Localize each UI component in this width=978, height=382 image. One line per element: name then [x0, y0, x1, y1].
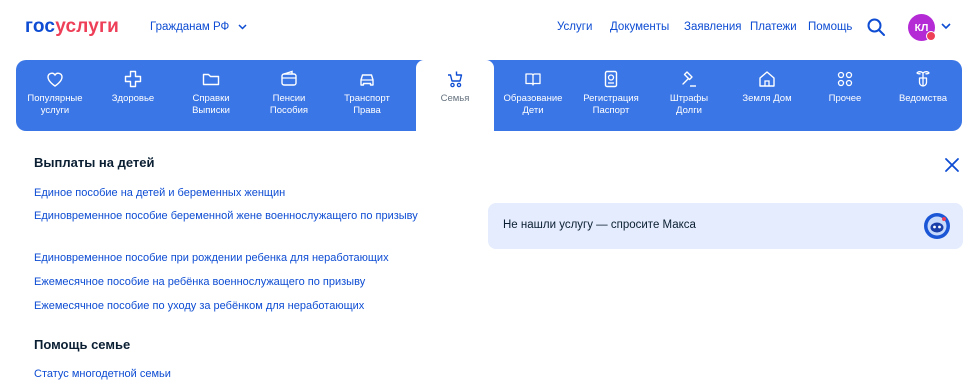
- section-title-child-payments: Выплаты на детей: [34, 155, 155, 170]
- house-icon: [759, 71, 775, 87]
- category-label: Ведомства: [898, 93, 948, 104]
- category-sublabel: Дети: [522, 105, 544, 116]
- category-label: Популярные: [27, 93, 83, 104]
- category-family[interactable]: Семья: [416, 60, 494, 135]
- folder-icon: [202, 73, 220, 86]
- emblem-icon: [916, 71, 930, 87]
- stroller-icon: [448, 71, 463, 88]
- category-label: Земля Дом: [742, 93, 792, 104]
- ask-assistant-banner[interactable]: Не нашли услугу — спросите Макса: [488, 203, 963, 249]
- category-label: Семья: [440, 93, 470, 104]
- category-label: Пенсии: [272, 93, 306, 104]
- link-unified-allowance[interactable]: Единое пособие на детей и беременных жен…: [34, 185, 434, 201]
- wallet-icon: [281, 70, 297, 86]
- category-label: Образование: [503, 93, 563, 104]
- logo-part-gos: гос: [25, 16, 56, 37]
- category-education[interactable]: Образование Дети: [494, 60, 572, 131]
- logo-part-uslugi: услуги: [55, 16, 120, 37]
- nav-services[interactable]: Услуги: [557, 21, 592, 33]
- category-label: Справки: [192, 93, 230, 104]
- grid-icon: [837, 71, 853, 87]
- heart-icon: [47, 72, 63, 87]
- search-icon[interactable]: [866, 17, 886, 37]
- category-health[interactable]: Здоровье: [94, 60, 172, 131]
- category-fines[interactable]: Штрафы Долги: [650, 60, 728, 131]
- link-monthly-soldier-child[interactable]: Ежемесячное пособие на ребёнка военнослу…: [34, 274, 454, 290]
- category-sublabel: Долги: [676, 105, 702, 116]
- close-icon[interactable]: [942, 155, 962, 175]
- chevron-down-icon: [237, 24, 247, 30]
- category-sublabel: Права: [353, 105, 381, 116]
- category-registration[interactable]: Регистрация Паспорт: [572, 60, 650, 131]
- gavel-icon: [682, 71, 696, 87]
- category-label: Транспорт: [344, 93, 390, 104]
- nav-applications[interactable]: Заявления: [684, 21, 742, 33]
- category-sublabel: Пособия: [269, 105, 309, 116]
- category-label: Штрафы: [669, 93, 709, 104]
- nav-payments[interactable]: Платежи: [750, 21, 797, 33]
- category-sublabel: Выписки: [192, 105, 230, 116]
- category-sublabel: услуги: [40, 105, 70, 116]
- category-sublabel: Паспорт: [592, 105, 630, 116]
- category-transport[interactable]: Транспорт Права: [328, 60, 406, 131]
- category-popular[interactable]: Популярные услуги: [16, 60, 94, 131]
- site-header: госуслуги Гражданам РФ Услуги Документы …: [0, 0, 978, 60]
- book-icon: [525, 73, 541, 86]
- category-label: Прочее: [828, 93, 862, 104]
- section-title-family-help: Помощь семье: [34, 337, 131, 352]
- link-pregnant-wife-allowance[interactable]: Единовременное пособие беременной жене в…: [34, 208, 429, 224]
- user-avatar[interactable]: КЛ: [908, 14, 936, 41]
- link-monthly-childcare[interactable]: Ежемесячное пособие по уходу за ребёнком…: [34, 298, 454, 314]
- link-birth-allowance[interactable]: Единовременное пособие при рождении ребе…: [34, 250, 454, 266]
- nav-help[interactable]: Помощь: [808, 21, 852, 33]
- nav-documents[interactable]: Документы: [610, 21, 669, 33]
- gosuslugi-logo[interactable]: госуслуги: [25, 16, 119, 38]
- car-icon: [360, 74, 374, 86]
- category-other[interactable]: Прочее: [806, 60, 884, 131]
- region-label: Гражданам РФ: [150, 21, 230, 33]
- chevron-down-icon[interactable]: [941, 23, 951, 30]
- robot-icon: [924, 213, 950, 239]
- category-pensions[interactable]: Пенсии Пособия: [250, 60, 328, 131]
- category-land-house[interactable]: Земля Дом: [728, 60, 806, 131]
- category-label: Здоровье: [111, 93, 155, 104]
- passport-icon: [604, 70, 618, 88]
- category-label: Регистрация: [583, 93, 639, 104]
- category-bar: Популярные услуги Здоровье Справки Выпис…: [16, 60, 962, 135]
- medical-cross-icon: [124, 70, 142, 88]
- category-certificates[interactable]: Справки Выписки: [172, 60, 250, 131]
- region-selector[interactable]: Гражданам РФ: [150, 21, 247, 33]
- assistant-prompt: Не нашли услугу — спросите Макса: [503, 219, 696, 231]
- notification-dot: [926, 31, 936, 41]
- category-agencies[interactable]: Ведомства: [884, 60, 962, 131]
